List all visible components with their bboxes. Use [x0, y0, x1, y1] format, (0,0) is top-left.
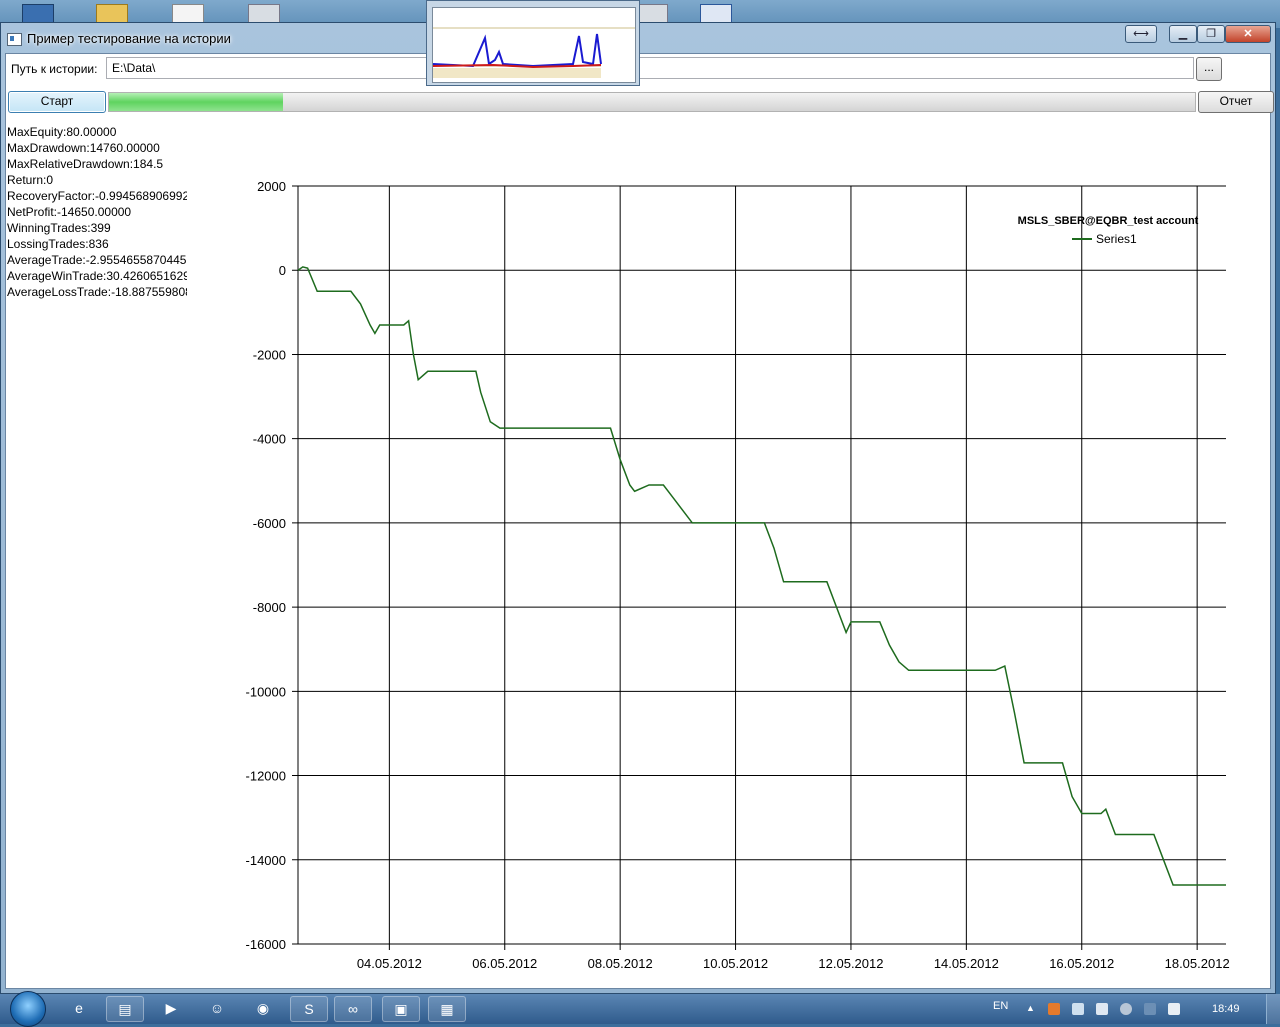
resource-monitor-graph — [432, 7, 636, 83]
skype-icon[interactable]: S — [290, 996, 328, 1022]
y-tick-label: -6000 — [253, 516, 286, 531]
language-indicator[interactable]: EN — [993, 1000, 1008, 1012]
x-tick-label: 18.05.2012 — [1165, 956, 1230, 971]
equity-chart: 2000 0 -2000 -4000 -6000 -8000 -10000 -12000 -14… — [246, 179, 1230, 971]
progress-fill — [109, 93, 283, 111]
app-icon — [7, 33, 22, 46]
app-task-icon[interactable]: ▦ — [428, 996, 466, 1022]
stat-return: Return:0 — [7, 173, 54, 187]
resource-monitor-widget — [426, 0, 640, 86]
y-tick-label: -10000 — [246, 684, 286, 699]
stat-average-win-trade: AverageWinTrade:30.42606516290 — [7, 269, 187, 283]
resize-button[interactable]: ⟷ — [1125, 25, 1157, 43]
minimize-icon: ▁ — [1178, 28, 1188, 40]
show-desktop-button[interactable] — [1266, 994, 1280, 1024]
maximize-button[interactable]: ❐ — [1197, 25, 1225, 43]
legend-series-label: Series1 — [1096, 232, 1137, 246]
y-tick-label: -14000 — [246, 853, 286, 868]
windows-start-icon[interactable] — [10, 991, 46, 1027]
y-tick-label: -16000 — [246, 937, 286, 952]
y-tick-label: -12000 — [246, 769, 286, 784]
x-tick-label: 12.05.2012 — [818, 956, 883, 971]
series-line — [297, 266, 1226, 886]
close-icon: ✕ — [1243, 28, 1253, 40]
stat-average-loss-trade: AverageLossTrade:-18.887559808 — [7, 285, 187, 299]
y-tick-label: -4000 — [253, 432, 286, 447]
x-tick-label: 06.05.2012 — [472, 956, 537, 971]
y-tick-label: -8000 — [253, 600, 286, 615]
stat-average-trade: AverageTrade:-2.95546558704453 — [7, 253, 187, 267]
bluetooth-icon[interactable] — [1144, 1003, 1156, 1015]
maximize-icon: ❐ — [1206, 28, 1216, 40]
calculator-icon[interactable]: ▣ — [382, 996, 420, 1022]
x-tick-label: 04.05.2012 — [357, 956, 422, 971]
start-button[interactable]: Старт — [8, 91, 106, 113]
stat-losing-trades: LossingTrades:836 — [7, 237, 109, 251]
media-player-icon[interactable]: ▶ — [152, 996, 190, 1022]
taskbar: e ▤ ▶ ☺ ◉ S ∞ ▣ ▦ EN ▲ 18:49 — [0, 991, 1280, 1027]
network-icon[interactable] — [1072, 1003, 1084, 1015]
stat-winning-trades: WinningTrades:399 — [7, 221, 111, 235]
stat-net-profit: NetProfit:-14650.00000 — [7, 205, 132, 219]
app-window: Пример тестирование на истории ⟷ ▁ ❐ ✕ П… — [0, 22, 1276, 994]
x-tick-label: 14.05.2012 — [934, 956, 999, 971]
progress-bar — [108, 92, 1196, 112]
x-tick-label: 10.05.2012 — [703, 956, 768, 971]
tray-expand-icon[interactable]: ▲ — [1026, 1003, 1035, 1015]
stat-max-equity: MaxEquity:80.00000 — [7, 125, 117, 139]
y-tick-label: 0 — [279, 263, 286, 278]
stat-max-drawdown: MaxDrawdown:14760.00000 — [7, 141, 160, 155]
arrows-icon: ⟷ — [1133, 28, 1149, 40]
stat-max-relative-drawdown: MaxRelativeDrawdown:184.5 — [7, 157, 164, 171]
visual-studio-icon[interactable]: ∞ — [334, 996, 372, 1022]
update-icon[interactable] — [1120, 1003, 1132, 1015]
minimize-button[interactable]: ▁ — [1169, 25, 1197, 43]
x-tick-label: 08.05.2012 — [588, 956, 653, 971]
client-area: Путь к истории: E:\Data\ ... Старт Отчет… — [5, 53, 1274, 989]
report-button[interactable]: Отчет — [1198, 91, 1274, 113]
history-path-input[interactable]: E:\Data\ — [106, 57, 1194, 79]
tray-app-icon[interactable] — [1048, 1003, 1060, 1015]
internet-explorer-icon[interactable]: e — [60, 996, 98, 1022]
y-tick-label: -2000 — [253, 347, 286, 362]
close-button[interactable]: ✕ — [1225, 25, 1271, 43]
x-tick-label: 16.05.2012 — [1049, 956, 1114, 971]
path-label: Путь к истории: — [11, 62, 98, 76]
clock[interactable]: 18:49 — [1212, 1003, 1240, 1015]
explorer-icon[interactable]: ▤ — [106, 996, 144, 1022]
window-title: Пример тестирование на истории — [27, 31, 231, 46]
stat-recovery-factor: RecoveryFactor:-0.9945689069925 — [7, 189, 187, 203]
action-center-icon[interactable] — [1168, 1003, 1180, 1015]
volume-icon[interactable] — [1096, 1003, 1108, 1015]
stats-panel: MaxEquity:80.00000 MaxDrawdown:14760.000… — [7, 124, 187, 300]
firefox-icon[interactable]: ◉ — [244, 996, 282, 1022]
messenger-icon[interactable]: ☺ — [198, 996, 236, 1022]
browse-button[interactable]: ... — [1196, 57, 1222, 81]
legend-title: MSLS_SBER@EQBR_test account — [1018, 215, 1199, 227]
y-tick-label: 2000 — [257, 179, 286, 194]
